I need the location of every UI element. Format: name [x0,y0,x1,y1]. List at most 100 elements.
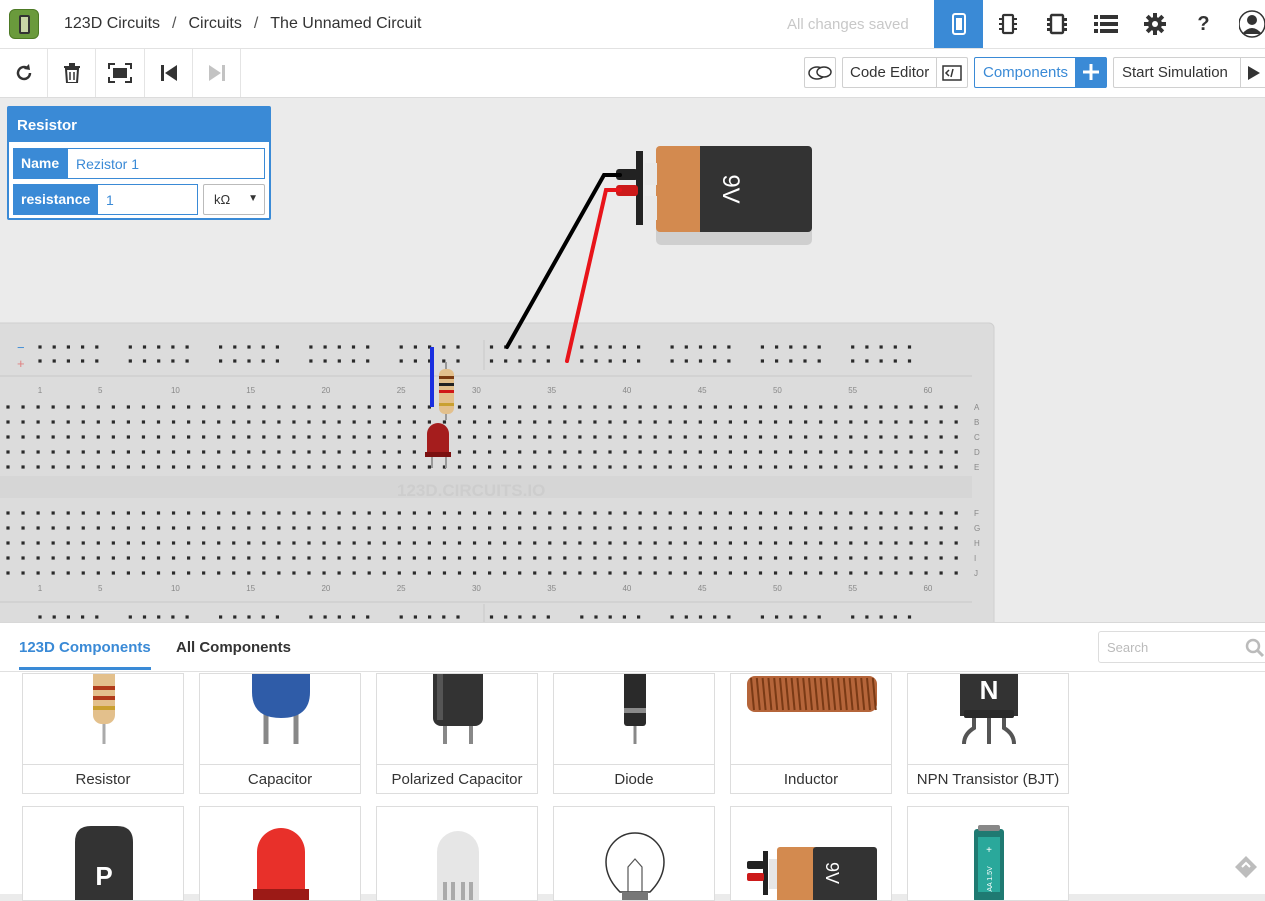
breadboard-hole[interactable] [668,450,672,454]
breadboard-hole[interactable] [489,359,494,363]
breadboard-hole[interactable] [803,615,807,619]
breadboard-hole[interactable] [457,450,462,454]
breadboard-hole[interactable] [6,435,10,439]
breadboard-hole[interactable] [773,450,778,454]
breadboard-hole[interactable] [472,526,477,530]
breadboard-hole[interactable] [261,615,265,619]
breadboard-hole[interactable] [51,511,55,515]
breadboard-hole[interactable] [337,435,341,439]
breadboard-hole[interactable] [262,450,266,454]
breadboard-hole[interactable] [578,405,582,409]
breadboard-hole[interactable] [141,526,146,530]
breadboard-hole[interactable] [894,465,898,469]
breadboard-hole[interactable] [337,450,341,454]
breadboard-hole[interactable] [21,405,25,409]
breadboard-hole[interactable] [504,615,508,619]
breadboard-hole[interactable] [683,435,687,439]
breadboard-hole[interactable] [397,420,401,424]
component-card-capacitor[interactable]: Capacitor [199,673,361,794]
breadboard-hole[interactable] [728,465,732,469]
breadboard-hole[interactable] [743,435,748,439]
breadboard-hole[interactable] [457,420,462,424]
breadboard-hole[interactable] [909,541,913,545]
breadboard-hole[interactable] [277,435,281,439]
breadboard-hole[interactable] [171,405,176,409]
breadboard-hole[interactable] [698,405,702,409]
breadboard-hole[interactable] [819,556,823,560]
search-input[interactable]: Search [1098,631,1265,663]
component-card-light-bulb[interactable] [553,806,715,901]
breadboard-hole[interactable] [907,615,912,619]
component-list-button[interactable] [1081,0,1130,48]
breadboard-hole[interactable] [758,511,763,515]
breadboard-hole[interactable] [21,420,25,424]
breadboard-hole[interactable] [232,420,236,424]
breadboard-hole[interactable] [292,541,296,545]
breadboard-hole[interactable] [638,556,642,560]
breadboard-hole[interactable] [232,465,236,469]
step-forward-button[interactable] [193,49,241,97]
breadboard-hole[interactable] [323,345,327,349]
breadboard-hole[interactable] [399,345,403,349]
breadboard-hole[interactable] [81,615,85,619]
breadboard-hole[interactable] [397,435,401,439]
breadboard-hole[interactable] [96,450,100,454]
breadboard-hole[interactable] [322,526,326,530]
breadboard-hole[interactable] [247,420,251,424]
breadboard-hole[interactable] [879,571,883,575]
breadboard-hole[interactable] [865,615,869,619]
breadboard-hole[interactable] [698,541,702,545]
breadboard-hole[interactable] [879,359,883,363]
breadboard-hole[interactable] [36,405,40,409]
help-button[interactable]: ? [1179,0,1228,48]
breadboard-hole[interactable] [185,615,189,619]
breadboard-hole[interactable] [51,465,55,469]
breadboard-hole[interactable] [277,541,281,545]
breadboard-hole[interactable] [894,435,898,439]
breadboard-hole[interactable] [518,511,522,515]
breadboard-hole[interactable] [171,345,175,349]
breadboard-hole[interactable] [758,556,763,560]
breadboard-hole[interactable] [698,359,703,363]
breadboard-hole[interactable] [277,405,281,409]
breadboard-hole[interactable] [578,541,582,545]
breadboard-hole[interactable] [96,541,100,545]
breadboard-hole[interactable] [954,571,958,575]
breadboard-hole[interactable] [171,615,175,619]
breadboard-hole[interactable] [924,435,928,439]
breadboard-hole[interactable] [352,556,356,560]
breadboard-hole[interactable] [668,556,672,560]
breadboard-hole[interactable] [608,405,612,409]
breadboard-hole[interactable] [819,511,823,515]
breadboard-hole[interactable] [202,511,206,515]
breadboard-hole[interactable] [202,571,206,575]
breadboard-hole[interactable] [366,359,370,363]
breadboard-hole[interactable] [683,541,687,545]
breadboard-hole[interactable] [849,465,853,469]
breadboard-hole[interactable] [683,556,687,560]
breadboard-hole[interactable] [233,615,237,619]
breadboard-hole[interactable] [141,511,146,515]
breadboard-hole[interactable] [6,405,10,409]
breadboard-hole[interactable] [96,556,100,560]
breadboard-hole[interactable] [894,511,898,515]
breadcrumb-circuits[interactable]: Circuits [188,15,241,33]
breadboard-hole[interactable] [275,345,279,349]
breadboard-hole[interactable] [879,450,883,454]
breadboard-hole[interactable] [262,571,266,575]
breadboard-hole[interactable] [367,405,371,409]
breadboard-hole[interactable] [171,359,175,363]
breadboard-hole[interactable] [51,420,55,424]
breadboard-hole[interactable] [488,420,492,424]
breadboard-hole[interactable] [593,511,597,515]
breadboard-hole[interactable] [518,345,522,349]
breadboard-hole[interactable] [637,615,641,619]
breadboard-hole[interactable] [518,359,522,363]
breadboard-hole[interactable] [637,345,641,349]
breadboard-hole[interactable] [367,465,371,469]
breadboard-hole[interactable] [141,571,146,575]
breadboard-hole[interactable] [503,526,507,530]
breadboard-hole[interactable] [804,511,808,515]
breadboard-hole[interactable] [277,571,281,575]
breadboard-hole[interactable] [187,541,191,545]
